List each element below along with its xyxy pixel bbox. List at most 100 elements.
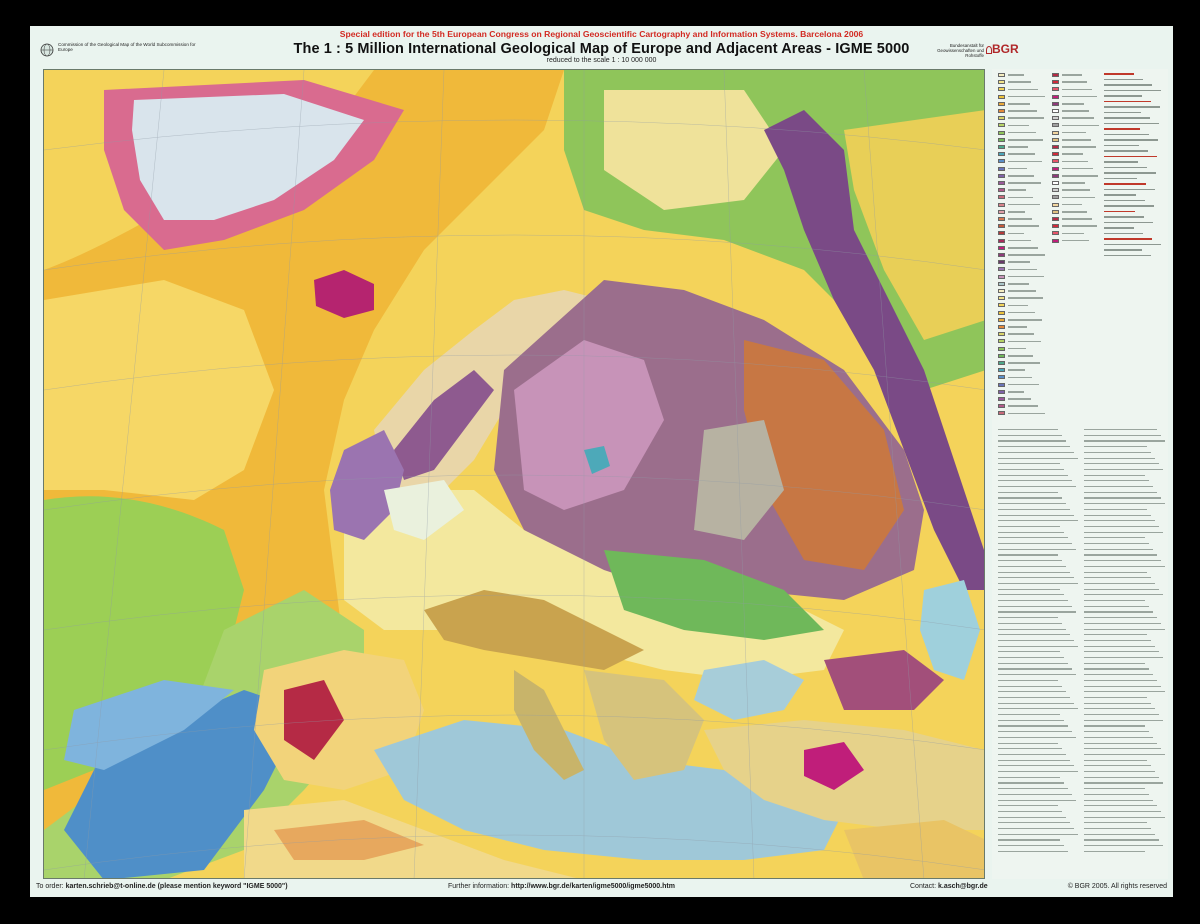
map-sheet: Special edition for the 5th European Con… bbox=[30, 26, 1173, 897]
legend-explanation-text-line bbox=[1084, 622, 1161, 624]
legend-text-line bbox=[1062, 74, 1082, 76]
legend-color-swatch bbox=[1052, 116, 1059, 121]
legend-explanation-text-line bbox=[1084, 753, 1165, 756]
legend-text-line bbox=[1062, 131, 1086, 134]
legend-color-swatch bbox=[998, 137, 1005, 142]
legend-color-swatch bbox=[998, 101, 1005, 106]
legend-text-line bbox=[1062, 117, 1094, 119]
legend-text-line bbox=[1062, 239, 1089, 242]
legend-explanation-text-line bbox=[1084, 679, 1157, 681]
legend-color-swatch bbox=[998, 317, 1005, 322]
order-label: To order: bbox=[36, 883, 64, 890]
legend-explanation-text-line bbox=[998, 662, 1068, 664]
legend-text-line bbox=[1008, 254, 1045, 256]
legend-explanation-text-line bbox=[1084, 725, 1145, 727]
legend-explanation-text-line bbox=[1084, 788, 1145, 790]
legend-text-line bbox=[1008, 275, 1044, 278]
legend-explanation-text-line bbox=[998, 446, 1070, 448]
legend-explanation-text-line bbox=[1084, 611, 1153, 613]
legend-color-swatch bbox=[998, 87, 1005, 92]
legend-explanation-text-line bbox=[1084, 822, 1147, 824]
legend-text-line bbox=[1008, 412, 1045, 415]
legend-text-line bbox=[1008, 283, 1029, 285]
legend-explanation-text-line bbox=[1084, 645, 1155, 647]
legend-symbol-line bbox=[1104, 155, 1157, 158]
legend-symbol-line bbox=[1104, 122, 1159, 125]
legend-explanation-text-line bbox=[1084, 560, 1161, 562]
legend-explanation-text-line bbox=[1084, 702, 1151, 704]
legend-explanation-text-line bbox=[998, 486, 1076, 488]
legend-symbol-line bbox=[1104, 183, 1146, 185]
info-url-link[interactable]: http://www.bgr.de/karten/igme5000/igme50… bbox=[511, 883, 675, 890]
legend-color-swatch bbox=[1052, 109, 1059, 113]
legend-explanation-text-line bbox=[1084, 628, 1165, 630]
legend-explanation-text-line bbox=[1084, 691, 1165, 693]
legend-text-line bbox=[1008, 175, 1034, 177]
order-contact[interactable]: karten.schrieb@t-online.de (please menti… bbox=[66, 883, 288, 890]
legend-color-swatch bbox=[998, 296, 1005, 301]
legend-color-swatch bbox=[1052, 181, 1059, 185]
legend-explanation-text-line bbox=[1084, 582, 1155, 585]
legend-explanation-text-line bbox=[1084, 696, 1147, 699]
legend-text-line bbox=[1062, 124, 1099, 127]
legend-explanation-text-line bbox=[998, 782, 1064, 784]
legend-explanation-text-line bbox=[1084, 736, 1153, 738]
legend-symbol-line bbox=[1104, 172, 1156, 174]
legend-explanation-text-line bbox=[998, 463, 1060, 465]
legend-color-swatch bbox=[998, 116, 1005, 121]
legend-text-line bbox=[1008, 326, 1027, 328]
legend-explanation-text-line bbox=[1084, 634, 1147, 636]
legend-color-swatch bbox=[1052, 209, 1059, 214]
legend-text-line bbox=[1062, 225, 1097, 227]
legend-explanation-text-line bbox=[998, 765, 1074, 767]
legend-text-line bbox=[1008, 383, 1039, 386]
bgr-name: BGR bbox=[992, 42, 1019, 56]
legend-color-swatch bbox=[1052, 217, 1059, 221]
legend-explanation-text-line bbox=[998, 565, 1066, 567]
further-info: Further information: http://www.bgr.de/k… bbox=[448, 883, 675, 890]
legend-text-line bbox=[1008, 81, 1031, 83]
legend-text-line bbox=[1062, 218, 1092, 220]
legend-color-swatch bbox=[998, 73, 1005, 77]
legend-explanation-text-line bbox=[1084, 810, 1161, 813]
legend-symbol-line bbox=[1104, 177, 1137, 180]
legend-text-line bbox=[1008, 131, 1036, 134]
legend-explanation-text-line bbox=[1084, 508, 1147, 510]
legend-text-line bbox=[1062, 167, 1093, 170]
legend-symbol-line bbox=[1104, 117, 1150, 119]
legend-explanation-text-line bbox=[998, 503, 1066, 505]
legend-explanation-text-line bbox=[1084, 537, 1145, 539]
legend-symbol-line bbox=[1104, 139, 1158, 141]
legend-color-swatch bbox=[1052, 80, 1059, 85]
legend-explanation-text-line bbox=[998, 828, 1074, 830]
legend-color-swatch bbox=[1052, 224, 1059, 229]
legend-text-line bbox=[1008, 189, 1026, 191]
legend-text-line bbox=[1008, 153, 1035, 155]
legend-text-line bbox=[1008, 304, 1028, 307]
legend-color-swatch bbox=[998, 382, 1005, 387]
legend-symbol-line bbox=[1104, 106, 1160, 108]
legend-explanation-text-line bbox=[1084, 782, 1163, 784]
legend-explanation-text-line bbox=[998, 508, 1070, 510]
legend-explanation-text-line bbox=[1084, 543, 1149, 545]
legend-text-line bbox=[1008, 247, 1038, 249]
legend-explanation-text-line bbox=[1084, 554, 1157, 556]
legend-explanation-text-line bbox=[998, 696, 1070, 699]
legend-symbol-line bbox=[1104, 221, 1153, 224]
legend-text-line bbox=[1008, 405, 1038, 407]
legend-explanation-text-line bbox=[998, 702, 1074, 704]
legend-color-swatch bbox=[998, 94, 1005, 99]
legend-explanation-text-line bbox=[1084, 480, 1149, 482]
legend-color-swatch bbox=[998, 238, 1005, 243]
contact-email-link[interactable]: k.asch@bgr.de bbox=[938, 883, 988, 890]
legend-explanation-text-line bbox=[1084, 457, 1155, 459]
legend-symbol-line bbox=[1104, 254, 1151, 257]
legend-explanation-text-line bbox=[998, 468, 1064, 471]
legend-explanation-text-line bbox=[998, 582, 1078, 585]
legend-explanation-text-line bbox=[998, 679, 1058, 681]
legend-explanation-text-line bbox=[1084, 765, 1151, 767]
legend-text-line bbox=[1008, 239, 1031, 242]
legend-color-swatch bbox=[998, 361, 1005, 365]
legend-explanation-text-line bbox=[1084, 668, 1149, 670]
legend-explanation-text-line bbox=[1084, 565, 1165, 567]
